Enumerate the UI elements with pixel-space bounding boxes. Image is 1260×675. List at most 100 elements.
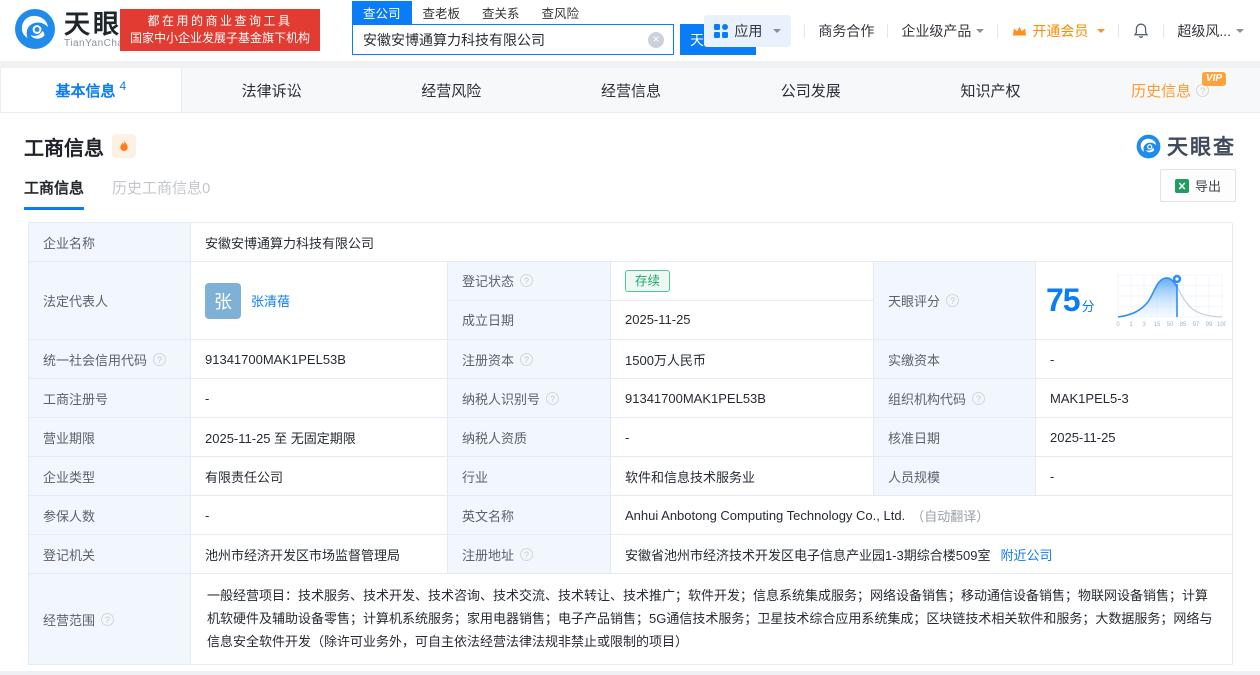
reg-status-label-cell: 登记状态 ? — [448, 262, 611, 301]
help-icon[interactable]: ? — [520, 274, 534, 288]
paid-capital-value: - — [1036, 340, 1233, 379]
reg-authority-label: 登记机关 — [29, 535, 191, 574]
industry-label: 行业 — [448, 457, 611, 496]
nearby-companies-link[interactable]: 附近公司 — [1000, 545, 1052, 564]
svg-text:97: 97 — [1193, 322, 1200, 328]
legal-rep-avatar[interactable]: 张 — [205, 282, 241, 319]
score-unit: 分 — [1081, 299, 1095, 314]
credit-code-value: 91341700MAK1PEL53B — [191, 340, 448, 379]
search-tabs: 查公司 查老板 查关系 查风险 — [352, 0, 756, 24]
watermark-text: 天眼查 — [1167, 136, 1236, 159]
taxpayer-id-value: 91341700MAK1PEL53B — [611, 379, 874, 418]
scope-label: 经营范围 ? — [29, 574, 191, 665]
established-label-cell: 成立日期 — [448, 300, 611, 339]
caret-down-icon — [773, 29, 782, 37]
score-axis-ticks: 0 1 3 15 50 85 97 99 100 — [1116, 322, 1226, 328]
address-label: 注册地址 ? — [448, 535, 611, 574]
status-date-subtable: 登记状态 ? 存续 成立日期 2025-11-25 — [448, 262, 874, 340]
basic-info-count: 4 — [119, 79, 127, 93]
divider — [1163, 24, 1165, 38]
help-icon[interactable]: ? — [946, 294, 960, 307]
help-icon[interactable]: ? — [520, 547, 534, 561]
search-input[interactable] — [353, 25, 673, 54]
taxpayer-id-label: 纳税人识别号 ? — [448, 379, 611, 418]
apps-grid-icon — [714, 24, 729, 38]
score-number: 75 — [1046, 282, 1081, 318]
legal-rep-value: 张 张清蓓 — [191, 262, 448, 340]
tab-history-info[interactable]: VIP 历史信息 ? — [1080, 68, 1260, 112]
subtab-history-business-info[interactable]: 历史工商信息0 — [112, 177, 210, 210]
reg-number-label: 工商注册号 — [29, 379, 191, 418]
insured-label: 参保人数 — [29, 496, 191, 535]
clear-search-icon[interactable]: × — [648, 32, 664, 48]
bottom-strip — [0, 671, 1260, 675]
company-nav-tabs: 基本信息 4 法律诉讼 经营风险 经营信息 公司发展 知识产权 VIP 历史信息… — [0, 68, 1260, 113]
menu-vip[interactable]: 开通会员 — [1011, 21, 1106, 41]
score-label-cell: 天眼评分 ? — [874, 262, 1036, 340]
search-box: × — [352, 24, 674, 55]
industry-value: 软件和信息技术服务业 — [611, 457, 874, 496]
search-tab-risk[interactable]: 查风险 — [531, 1, 591, 24]
menu-cooperation[interactable]: 商务合作 — [818, 21, 874, 41]
reg-capital-label: 注册资本 ? — [448, 340, 611, 379]
search-tab-relation[interactable]: 查关系 — [471, 1, 531, 24]
score-distribution-chart[interactable]: 0 1 3 15 50 85 97 99 100 — [1114, 271, 1226, 331]
excel-icon — [1174, 178, 1189, 193]
org-code-label: 组织机构代码 ? — [874, 379, 1036, 418]
help-icon[interactable]: ? — [546, 391, 560, 405]
help-icon[interactable]: ? — [520, 352, 534, 366]
subtab-business-info[interactable]: 工商信息 — [24, 177, 85, 210]
apps-menu[interactable]: 应用 — [704, 15, 792, 47]
menu-super-risk[interactable]: 超级风... — [1177, 21, 1244, 41]
legal-rep-link[interactable]: 张清蓓 — [251, 291, 290, 310]
caret-down-icon — [1097, 29, 1106, 37]
company-name-value: 安徽安博通算力科技有限公司 — [191, 223, 1233, 262]
bell-icon — [1134, 23, 1149, 38]
svg-text:99: 99 — [1206, 322, 1213, 328]
notifications-bell[interactable] — [1132, 22, 1150, 40]
divider — [804, 24, 806, 38]
promo-line1: 都在用的商业查询工具 — [147, 14, 293, 28]
taxpayer-quality-value: - — [611, 418, 874, 457]
english-name-label: 英文名称 — [448, 496, 611, 535]
search-tab-boss[interactable]: 查老板 — [412, 1, 472, 24]
help-icon[interactable]: ? — [972, 391, 986, 405]
company-type-value: 有限责任公司 — [191, 457, 448, 496]
staff-size-label: 人员规模 — [874, 457, 1036, 496]
tab-operation-risk[interactable]: 经营风险 — [361, 68, 541, 112]
top-header: 天眼查 TianYanCha.com 都在用的商业查询工具 国家中小企业发展子基… — [0, 0, 1260, 61]
help-icon[interactable]: ? — [101, 612, 115, 626]
tab-company-development[interactable]: 公司发展 — [721, 68, 901, 112]
crown-icon — [1013, 26, 1027, 36]
staff-size-value: - — [1036, 457, 1233, 496]
svg-text:100: 100 — [1217, 322, 1226, 328]
export-button[interactable]: 导出 — [1159, 169, 1236, 202]
tab-lawsuit[interactable]: 法律诉讼 — [182, 68, 362, 112]
promo-line2: 国家中小企业发展子基金旗下机构 — [130, 31, 311, 45]
tab-operation-info[interactable]: 经营信息 — [541, 68, 721, 112]
menu-enterprise[interactable]: 企业级产品 — [901, 21, 985, 41]
reg-authority-value: 池州市经济开发区市场监督管理局 — [191, 535, 448, 574]
header-divider-band — [0, 61, 1260, 68]
reg-capital-value: 1500万人民币 — [611, 340, 874, 379]
promo-banner: 都在用的商业查询工具 国家中小企业发展子基金旗下机构 — [120, 9, 321, 51]
tab-basic-info[interactable]: 基本信息 4 — [0, 68, 182, 112]
section-title: 工商信息 — [24, 137, 104, 160]
tianyancha-logo-icon — [15, 9, 55, 49]
divider — [1118, 24, 1120, 38]
reg-number-value: - — [191, 379, 448, 418]
svg-text:50: 50 — [1167, 322, 1174, 328]
svg-text:0: 0 — [1116, 322, 1120, 328]
svg-text:3: 3 — [1142, 322, 1146, 328]
business-info-table: 企业名称 安徽安博通算力科技有限公司 法定代表人 张 张清蓓 登记状态 ? 存续… — [28, 222, 1233, 665]
help-icon[interactable]: ? — [153, 352, 167, 366]
watermark-logo-icon — [1136, 134, 1161, 158]
company-type-label: 企业类型 — [29, 457, 191, 496]
search-tab-company[interactable]: 查公司 — [352, 0, 412, 24]
header-menu: 应用 商务合作 企业级产品 开通会员 超级风... — [704, 15, 1244, 47]
insured-value: - — [191, 496, 448, 535]
tab-intellectual-property[interactable]: 知识产权 — [901, 68, 1081, 112]
subtabs-row: 工商信息 历史工商信息0 导出 — [0, 161, 1260, 210]
credit-code-label: 统一社会信用代码 ? — [29, 340, 191, 379]
established-value-cell: 2025-11-25 — [625, 312, 691, 328]
